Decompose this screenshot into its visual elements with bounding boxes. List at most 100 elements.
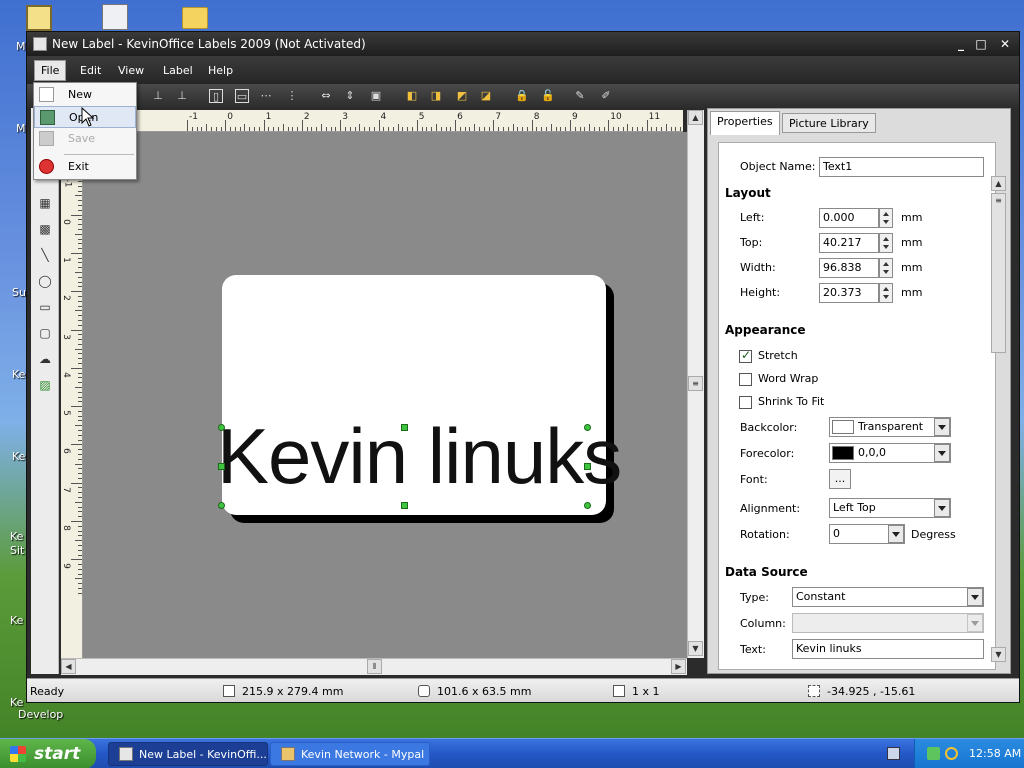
taskbar-button-labels[interactable]: New Label - KevinOffi... xyxy=(108,742,268,766)
backcolor-dropdown-icon[interactable] xyxy=(934,418,950,436)
forecolor-select[interactable]: 0,0,0 xyxy=(829,443,951,463)
ruler-number: 7 xyxy=(495,112,502,122)
ruler-tick xyxy=(75,310,82,312)
canvas-horizontal-scrollbar[interactable]: ◀ ⦀ ▶ xyxy=(61,658,687,675)
menu-file[interactable]: File xyxy=(34,60,67,81)
resize-handle[interactable] xyxy=(584,424,591,431)
desktop-app-icon[interactable] xyxy=(26,5,52,31)
tab-properties[interactable]: Properties xyxy=(710,111,780,135)
font-button[interactable]: ... xyxy=(829,469,851,489)
scroll-down-icon[interactable]: ▼ xyxy=(688,641,703,656)
distribute-h-icon[interactable]: ⋯ xyxy=(259,89,273,103)
layer-down-icon[interactable]: ◨ xyxy=(429,89,443,103)
height-input[interactable]: 20.373 xyxy=(819,283,879,303)
qrcode-tool-icon[interactable]: ▩ xyxy=(37,221,53,237)
rotation-dropdown-icon[interactable] xyxy=(888,525,904,543)
panel-scroll-thumb[interactable]: ≡ xyxy=(991,193,1006,353)
taskbar-button-browser[interactable]: Kevin Network - Mypal xyxy=(270,742,430,766)
resize-handle[interactable] xyxy=(218,463,225,470)
label-text-object[interactable]: Kevin linuks xyxy=(217,414,622,498)
maximize-button[interactable]: □ xyxy=(973,36,989,52)
network-icon[interactable] xyxy=(927,747,940,760)
resize-handle[interactable] xyxy=(401,502,408,509)
resize-handle[interactable] xyxy=(218,502,225,509)
resize-handle[interactable] xyxy=(218,424,225,431)
wordwrap-checkbox[interactable] xyxy=(739,373,752,386)
title-bar[interactable]: New Label - KevinOffice Labels 2009 (Not… xyxy=(27,32,1019,56)
rounded-rect-tool-icon[interactable]: ▢ xyxy=(37,325,53,341)
menu-bar: File Edit View Label Help xyxy=(27,56,1019,84)
scroll-left-icon[interactable]: ◀ xyxy=(61,659,76,674)
left-stepper[interactable] xyxy=(879,208,893,228)
desktop-folder-icon[interactable] xyxy=(182,7,208,29)
close-button[interactable]: ✕ xyxy=(997,36,1013,52)
left-input[interactable]: 0.000 xyxy=(819,208,879,228)
properties-panel: Properties Picture Library Object Name: … xyxy=(707,108,1011,674)
lock-icon[interactable]: 🔒 xyxy=(515,89,529,103)
layer-bottom-icon[interactable]: ◪ xyxy=(479,89,493,103)
text-input[interactable]: Kevin linuks xyxy=(792,639,984,659)
stretch-checkbox[interactable] xyxy=(739,348,752,363)
menu-view[interactable]: View xyxy=(118,64,144,77)
scroll-up-icon[interactable]: ▲ xyxy=(688,110,703,125)
unlock-icon[interactable]: 🔓 xyxy=(541,89,555,103)
alignment-dropdown-icon[interactable] xyxy=(934,499,950,517)
panel-scroll-up-icon[interactable]: ▲ xyxy=(991,176,1006,191)
ruler-tick xyxy=(71,291,82,293)
canvas-vertical-scrollbar[interactable]: ▲ ≡ ▼ xyxy=(687,110,704,658)
top-input[interactable]: 40.217 xyxy=(819,233,879,253)
align-center-icon[interactable]: ⊥ xyxy=(151,89,165,103)
barcode-tool-icon[interactable]: ▦ xyxy=(37,195,53,211)
minimize-button[interactable]: _ xyxy=(953,36,969,52)
ruler-tick xyxy=(71,329,82,331)
scroll-thumb[interactable]: ≡ xyxy=(688,376,703,391)
tool-b-icon[interactable]: ✐ xyxy=(599,89,613,103)
tool-a-icon[interactable]: ✎ xyxy=(573,89,587,103)
width-input[interactable]: 96.838 xyxy=(819,258,879,278)
menu-edit[interactable]: Edit xyxy=(80,64,101,77)
type-dropdown-icon[interactable] xyxy=(967,588,983,606)
alignment-select[interactable]: Left Top xyxy=(829,498,951,518)
design-canvas[interactable]: Kevin linuks xyxy=(83,132,687,658)
layer-top-icon[interactable]: ◩ xyxy=(455,89,469,103)
resize-handle[interactable] xyxy=(401,424,408,431)
ellipse-tool-icon[interactable]: ◯ xyxy=(37,273,53,289)
menu-item-new[interactable]: New xyxy=(34,84,136,106)
keyboard-icon[interactable] xyxy=(887,747,900,760)
top-stepper[interactable] xyxy=(879,233,893,253)
desktop-document-icon[interactable] xyxy=(102,4,128,30)
scroll-thumb[interactable]: ⦀ xyxy=(367,659,382,674)
backcolor-select[interactable]: Transparent xyxy=(829,417,951,437)
send-to-back-icon[interactable]: ▭ xyxy=(235,89,249,103)
resize-handle[interactable] xyxy=(584,463,591,470)
height-stepper[interactable] xyxy=(879,283,893,303)
object-name-input[interactable]: Text1 xyxy=(819,157,984,177)
picture-tool-icon[interactable]: ▨ xyxy=(37,377,53,393)
shrink-checkbox[interactable] xyxy=(739,396,752,409)
rectangle-tool-icon[interactable]: ▭ xyxy=(37,299,53,315)
align-bottom-icon[interactable]: ⊥ xyxy=(175,89,189,103)
object-name-label: Object Name: xyxy=(740,160,816,173)
group-icon[interactable]: ▣ xyxy=(369,89,383,103)
type-select[interactable]: Constant xyxy=(792,587,984,607)
start-button[interactable]: start xyxy=(0,739,96,768)
shape-tool-icon[interactable]: ☁ xyxy=(37,351,53,367)
menu-label[interactable]: Label xyxy=(163,64,193,77)
menu-help[interactable]: Help xyxy=(208,64,233,77)
same-height-icon[interactable]: ⇕ xyxy=(343,89,357,103)
forecolor-dropdown-icon[interactable] xyxy=(934,444,950,462)
bring-to-front-icon[interactable]: ▯ xyxy=(209,89,223,103)
panel-scroll-down-icon[interactable]: ▼ xyxy=(991,647,1006,662)
top-label: Top: xyxy=(740,236,763,249)
width-stepper[interactable] xyxy=(879,258,893,278)
line-tool-icon[interactable]: ╲ xyxy=(37,247,53,263)
ruler-number: 9 xyxy=(572,112,578,122)
same-width-icon[interactable]: ⇔ xyxy=(319,89,333,103)
tab-picture-library[interactable]: Picture Library xyxy=(782,113,876,133)
distribute-v-icon[interactable]: ⋮ xyxy=(285,89,299,103)
scroll-right-icon[interactable]: ▶ xyxy=(671,659,686,674)
menu-item-exit[interactable]: Exit xyxy=(34,156,136,178)
layer-up-icon[interactable]: ◧ xyxy=(405,89,419,103)
search-icon[interactable] xyxy=(945,747,958,760)
resize-handle[interactable] xyxy=(584,502,591,509)
